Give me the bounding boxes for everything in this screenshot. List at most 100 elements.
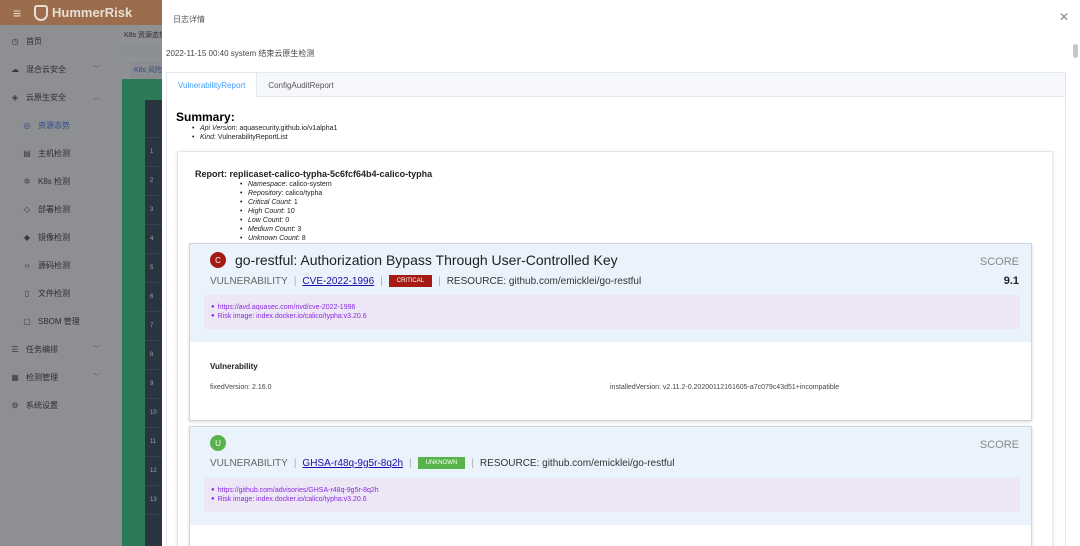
- summary: Summary: Api Version: aquasecurity.githu…: [176, 110, 337, 142]
- vulnerability-id-link[interactable]: GHSA-r48q-9g5r-8q2h: [302, 458, 403, 469]
- detail-value: 1: [293, 199, 298, 206]
- vulnerability-body: Vulnerability fixedVersion: 2.16.0 insta…: [190, 342, 1031, 420]
- sidebar: ◷ 首页 ☁ 混合云安全 ﹀ ◈ 云原生安全 ︿ ◎ 资源态势 ▤ 主机检测 ✲ K8s 检测 ◇ 部署检测 ◆…: [0, 25, 122, 546]
- tab-vulnerability-report[interactable]: VulnerabilityReport: [167, 73, 258, 98]
- sidebar-item[interactable]: ☁ 混合云安全 ﹀: [0, 55, 122, 83]
- detail-key: Critical Count: [248, 199, 291, 206]
- sidebar-item[interactable]: ▦ 检测管理 ﹀: [0, 363, 122, 391]
- logo-text: HummerRisk: [52, 5, 133, 20]
- sidebar-item[interactable]: ‹› 源码检测: [0, 251, 122, 279]
- sidebar-item[interactable]: ▢ SBOM 管理: [0, 307, 122, 335]
- sidebar-item[interactable]: ◇ 部署检测: [0, 195, 122, 223]
- table-row[interactable]: 7: [145, 312, 162, 341]
- detail-item: High Count: 10: [240, 207, 332, 216]
- sidebar-item-label: 首页: [26, 36, 42, 46]
- info-icon: ●: [211, 496, 215, 502]
- drawer-header: 日志详情 ✕: [162, 0, 1080, 38]
- list-icon: ☰: [11, 344, 19, 354]
- vulnerability-header: U SCORE VULNERABILITY | GHSA-r48q-9g5r-8…: [190, 427, 1031, 525]
- detail-key: Kind: [200, 134, 215, 141]
- table-row[interactable]: 12: [145, 457, 162, 486]
- sidebar-item-label: SBOM 管理: [38, 316, 80, 326]
- reference-link[interactable]: ● https://github.com/advisories/GHSA-r48q…: [211, 486, 1020, 495]
- detail-value: 0: [285, 217, 290, 224]
- reference-link-text[interactable]: https://avd.aquasec.com/nvd/cve-2022-199…: [218, 303, 356, 312]
- sidebar-item-label: 资源态势: [38, 120, 70, 130]
- table-row[interactable]: 3: [145, 196, 162, 225]
- menu-toggle-icon[interactable]: ≡: [0, 5, 34, 21]
- log-line: 2022-11-15 00:40 system 结束云原生检测: [166, 49, 315, 58]
- log-detail-drawer: 日志详情 ✕ 2022-11-15 00:40 system 结束云原生检测 V…: [162, 0, 1080, 546]
- scrollbar-thumb[interactable]: [1073, 44, 1078, 58]
- sidebar-item[interactable]: ☰ 任务编排 ﹀: [0, 335, 122, 363]
- resource-text: RESOURCE: github.com/emicklei/go-restful: [446, 275, 642, 287]
- tab-config-audit-report[interactable]: ConfigAuditReport: [257, 73, 344, 97]
- sidebar-item[interactable]: ◎ 资源态势: [0, 111, 122, 139]
- detail-item: Namespace: calico-system: [240, 180, 332, 189]
- sidebar-item-label: 主机检测: [38, 148, 70, 158]
- chevron-down-icon: ﹀: [93, 346, 100, 353]
- reference-link-text[interactable]: https://github.com/advisories/GHSA-r48q-…: [218, 486, 379, 495]
- grid-icon: ▦: [11, 372, 19, 382]
- table-row[interactable]: 8: [145, 341, 162, 370]
- close-icon[interactable]: ✕: [1059, 10, 1069, 24]
- severity-badge: UNKNOWN: [417, 457, 466, 469]
- table-row[interactable]: 11: [145, 428, 162, 457]
- severity-letter: C: [215, 255, 221, 265]
- server-icon: ▤: [23, 148, 31, 158]
- sidebar-item-label: 文件检测: [38, 288, 70, 298]
- sidebar-item[interactable]: ◷ 首页: [0, 27, 122, 55]
- fixed-version: fixedVersion: 2.16.0: [210, 384, 272, 391]
- sidebar-item[interactable]: ▤ 主机检测: [0, 139, 122, 167]
- separator: |: [293, 275, 297, 287]
- vulnerability-header: C go-restful: Authorization Bypass Throu…: [190, 244, 1031, 342]
- report-card: Report: replicaset-calico-typha-5c6fcf64…: [177, 151, 1053, 546]
- background-table: 1 2 3 4 5 6 7 8 9 10 11 12 13: [145, 100, 162, 546]
- risk-image-line: ● Risk image: index.docker.io/calico/typh…: [211, 312, 1020, 321]
- separator: |: [471, 457, 474, 469]
- gear-icon: ⚙: [11, 400, 19, 410]
- sidebar-item[interactable]: ⚙ 系统设置: [0, 391, 122, 419]
- tabs-header: VulnerabilityReport ConfigAuditReport: [167, 73, 1065, 98]
- severity-letter: U: [215, 438, 221, 448]
- separator: |: [438, 275, 441, 287]
- detail-item: Kind: VulnerabilityReportList: [192, 133, 337, 142]
- vulnerability-meta: VULNERABILITY | GHSA-r48q-9g5r-8q2h | UN…: [210, 457, 674, 469]
- table-row[interactable]: 1: [145, 138, 162, 167]
- deploy-icon: ◇: [23, 204, 31, 214]
- sbom-icon: ▢: [23, 316, 31, 326]
- table-row[interactable]: 6: [145, 283, 162, 312]
- score-label: SCORE: [979, 256, 1019, 268]
- scrollbar[interactable]: [1073, 42, 1079, 546]
- sidebar-item[interactable]: ◆ 镜像检测: [0, 223, 122, 251]
- table-row[interactable]: 10: [145, 399, 162, 428]
- table-row[interactable]: 4: [145, 225, 162, 254]
- severity-badge: CRITICAL: [388, 275, 433, 287]
- sidebar-item-label: 系统设置: [26, 400, 58, 410]
- chevron-up-icon: ︿: [93, 94, 100, 101]
- summary-list: Api Version: aquasecurity.github.io/v1al…: [192, 124, 337, 142]
- sidebar-item-label: 云原生安全: [26, 92, 66, 102]
- detail-value: 3: [297, 226, 302, 233]
- reference-link[interactable]: ● https://avd.aquasec.com/nvd/cve-2022-19…: [211, 303, 1020, 312]
- separator: |: [293, 457, 297, 469]
- table-row[interactable]: 9: [145, 370, 162, 399]
- table-row[interactable]: 13: [145, 486, 162, 515]
- table-row[interactable]: 2: [145, 167, 162, 196]
- detail-item: Low Count: 0: [240, 216, 332, 225]
- detail-value: 8: [301, 235, 306, 242]
- sidebar-item[interactable]: ◈ 云原生安全 ︿: [0, 83, 122, 111]
- report-name: Report: replicaset-calico-typha-5c6fcf64…: [195, 169, 433, 179]
- sidebar-item[interactable]: ▯ 文件检测: [0, 279, 122, 307]
- sidebar-item[interactable]: ✲ K8s 检测: [0, 167, 122, 195]
- table-row[interactable]: 5: [145, 254, 162, 283]
- background-tabstrip: K8s 风险: [122, 57, 170, 79]
- detail-key: Low Count: [248, 217, 282, 224]
- detail-key: Namespace: [248, 181, 286, 188]
- pin-icon: ●: [211, 304, 215, 310]
- vulnerability-section-title: Vulnerability: [210, 362, 258, 371]
- vulnerability-id-link[interactable]: CVE-2022-1996: [302, 276, 374, 287]
- summary-title: Summary:: [176, 110, 235, 124]
- app-logo: HummerRisk: [34, 4, 133, 21]
- detail-key: Medium Count: [248, 226, 294, 233]
